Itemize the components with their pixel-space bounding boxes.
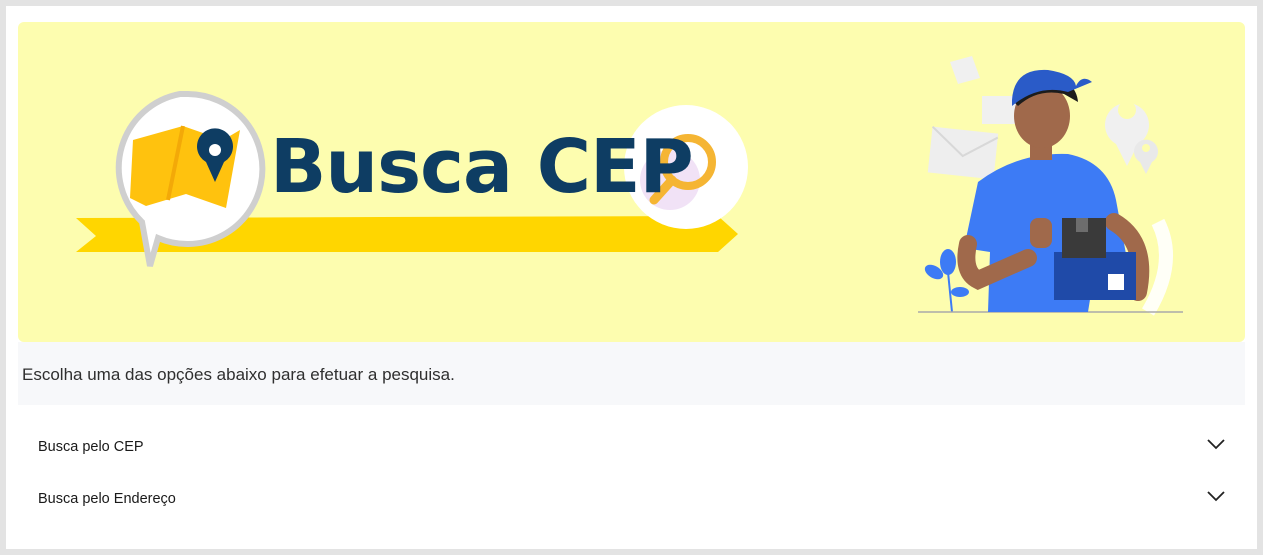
accordion-label-cep: Busca pelo CEP [38, 439, 144, 455]
chevron-down-icon[interactable] [1207, 490, 1225, 502]
accordion-item-endereco[interactable]: Busca pelo Endereço [18, 474, 1245, 526]
chevron-down-icon[interactable] [1207, 438, 1225, 450]
intro-text: Escolha uma das opções abaixo para efetu… [22, 365, 455, 384]
envelope-icon [927, 56, 1020, 180]
search-accordion: Busca pelo CEP Busca pelo Endereço [18, 422, 1245, 526]
location-pin-icon [1105, 101, 1158, 174]
accordion-label-endereco: Busca pelo Endereço [38, 491, 176, 507]
hero-banner: Busca CEP [18, 22, 1245, 342]
brand-title: Busca CEP [270, 124, 694, 210]
accordion-item-cep[interactable]: Busca pelo CEP [18, 422, 1245, 474]
intro-panel: Escolha uma das opções abaixo para efetu… [18, 342, 1245, 405]
page-frame: Busca CEP Escolha uma das opções abaixo … [6, 6, 1257, 549]
